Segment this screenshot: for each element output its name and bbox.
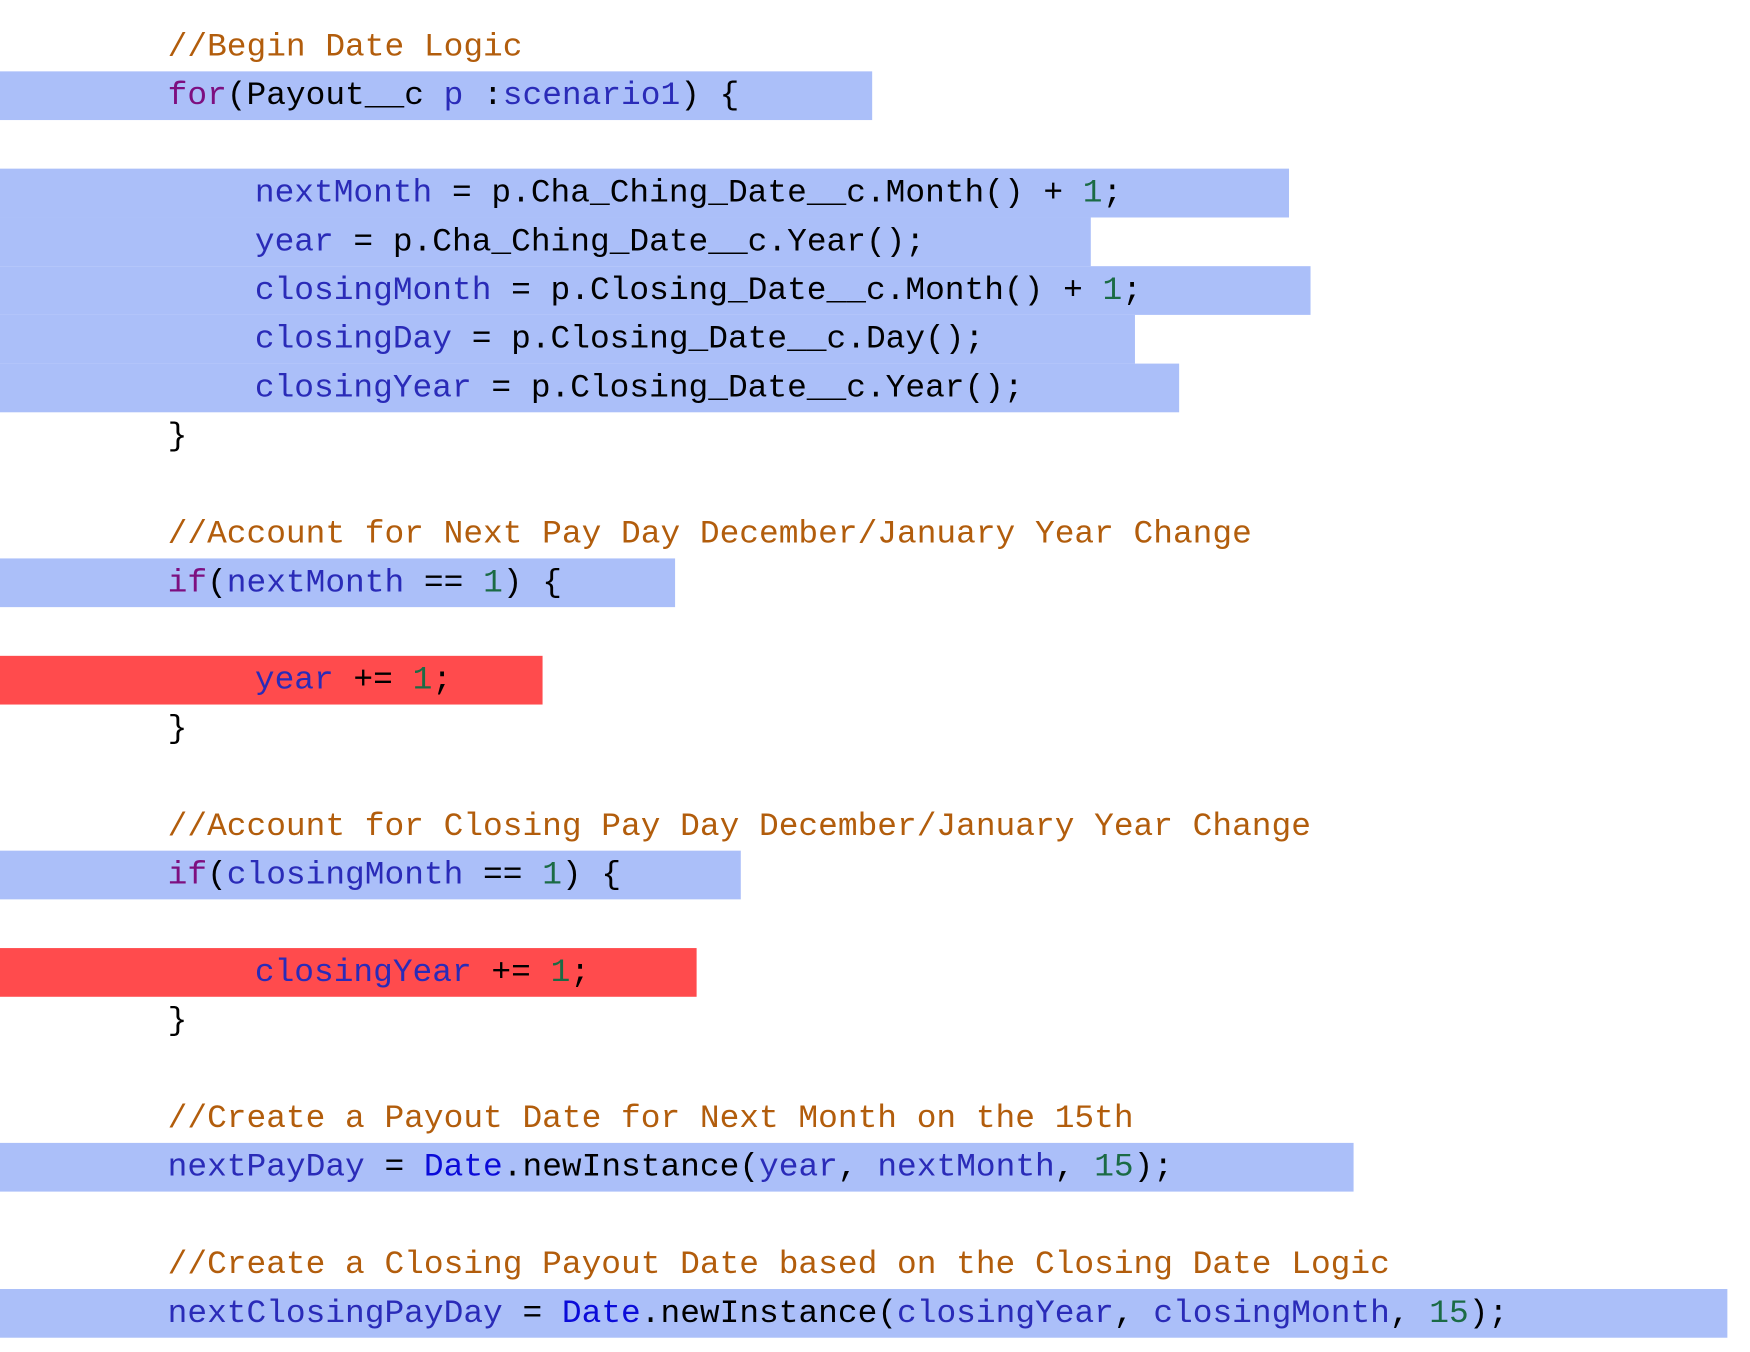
code-token-plain: = [502,1294,562,1333]
code-line: //Account for Closing Pay Day December/J… [168,802,1311,851]
code-line: year = p.Cha_Ching_Date__c.Year(); [255,217,925,266]
code-token-ident: nextPayDay [167,1148,365,1186]
code-token-plain: : [463,77,503,115]
code-token-comment: //Create a Payout Date for Next Month on… [167,1099,1134,1138]
code-token-ident: scenario1 [502,77,681,115]
code-line: nextClosingPayDay = Date.newInstance(clo… [168,1289,1509,1338]
code-token-plain: .newInstance( [640,1294,898,1333]
code-line: } [168,412,188,461]
code-line: //Account for Next Pay Day December/Janu… [168,510,1252,559]
code-line: year += 1; [255,656,452,705]
code-token-plain: = p.Closing_Date__c.Year(); [471,369,1024,407]
code-token-plain: } [167,417,188,456]
code-line: //Begin Date Logic [168,23,523,72]
code-line: closingYear += 1; [255,948,590,997]
code-token-plain: , [1389,1294,1430,1333]
code-view: //Begin Date Logic for(Payout__c p :scena… [0,0,1750,1352]
code-token-ident: nextMonth [254,174,433,212]
code-token-num: 1 [1082,174,1103,212]
code-line: //Create a Payout Date for Next Month on… [168,1094,1134,1143]
code-token-plain: ( [207,564,227,602]
code-token-plain: ); [1133,1148,1174,1186]
code-line: nextMonth = p.Cha_Ching_Date__c.Month() … [255,169,1122,218]
code-token-plain: ( [207,856,227,894]
code-token-ident: p [443,77,464,115]
code-token-ident: closingYear [254,369,472,407]
code-token-comment: //Account for Closing Pay Day December/J… [167,807,1311,845]
code-line: } [168,705,188,754]
code-line: } [168,997,188,1046]
code-token-plain: (Payout__c [226,77,444,115]
code-token-ident: closingYear [897,1294,1114,1333]
code-token-plain: += [471,953,551,992]
code-token-plain: = p.Closing_Date__c.Month() + [491,271,1103,310]
code-token-ident: nextMonth [877,1148,1055,1186]
code-token-comment: //Create a Closing Payout Date based on … [167,1245,1390,1284]
code-token-plain: , [1054,1148,1095,1186]
code-token-comment: //Account for Next Pay Day December/Janu… [167,515,1252,553]
code-token-plain: = p.Cha_Ching_Date__c.Year(); [333,223,926,261]
code-token-keyword: for [167,77,227,115]
code-token-plain: ; [432,661,453,699]
code-line: //Create a Closing Payout Date based on … [168,1240,1390,1289]
code-token-plain: } [167,1002,188,1040]
code-token-plain: } [167,710,188,748]
code-token-ident: nextMonth [226,564,405,602]
code-token-plain: , [837,1148,878,1186]
code-token-plain: ) { [561,856,622,894]
code-token-plain: = [364,1148,424,1186]
code-token-plain: , [1113,1294,1154,1333]
code-token-ident: closingMonth [1153,1294,1390,1333]
code-token-ident: closingYear [254,953,472,992]
code-line: closingMonth = p.Closing_Date__c.Month()… [255,266,1142,315]
code-line: if(nextMonth == 1) { [168,558,562,607]
code-token-num: 1 [542,856,562,894]
code-token-ident: year [254,223,334,261]
code-token-plain: .newInstance( [502,1148,760,1186]
code-token-ident: closingDay [254,320,452,358]
code-line: closingYear = p.Closing_Date__c.Year(); [255,364,1024,413]
code-token-plain: ) { [680,77,740,115]
code-token-plain: += [333,661,413,699]
code-token-plain: ; [570,953,590,992]
code-token-num: 15 [1429,1294,1469,1333]
code-token-ident: year [254,661,334,699]
code-token-plain: = p.Cha_Ching_Date__c.Month() + [432,174,1083,212]
code-token-ident: closingMonth [254,271,492,310]
code-token-type: Date [561,1294,641,1333]
code-token-num: 1 [412,661,433,699]
code-token-type: Date [423,1148,503,1186]
code-token-plain: ; [1102,174,1123,212]
code-line: closingDay = p.Closing_Date__c.Day(); [255,315,984,364]
code-line: if(closingMonth == 1) { [168,851,621,900]
code-token-num: 1 [1102,271,1123,310]
code-token-num: 1 [550,953,571,992]
code-token-num: 15 [1094,1148,1134,1186]
code-token-plain: ); [1468,1294,1509,1333]
code-token-plain: == [463,856,543,894]
code-token-ident: closingMonth [226,856,464,894]
code-token-plain: == [404,564,484,602]
code-line: for(Payout__c p :scenario1) { [168,71,740,120]
code-token-plain: ; [1122,271,1142,310]
code-token-comment: //Begin Date Logic [167,28,523,66]
code-token-keyword: if [167,564,208,602]
code-token-plain: ) { [502,564,562,602]
code-token-plain: = p.Closing_Date__c.Day(); [451,320,985,358]
code-token-ident: nextClosingPayDay [167,1294,503,1333]
code-token-keyword: if [167,856,208,894]
code-token-ident: year [759,1148,838,1186]
code-line: nextPayDay = Date.newInstance(year, next… [168,1143,1173,1192]
code-token-num: 1 [483,564,503,602]
